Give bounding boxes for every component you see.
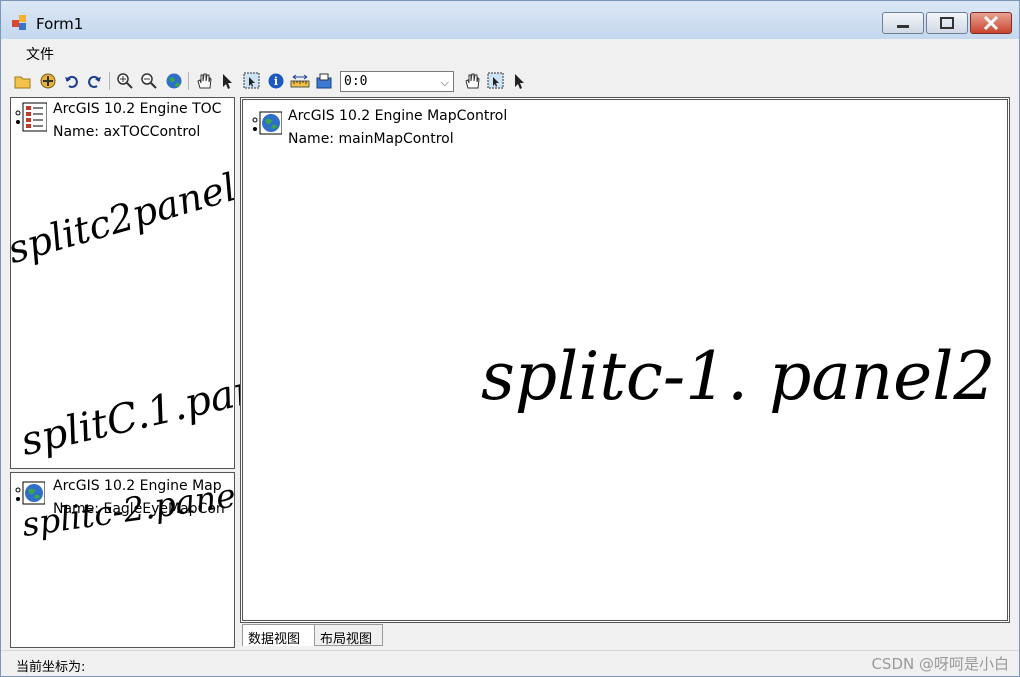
tab-layout-view[interactable]: 布局视图 [314, 624, 383, 647]
undo-icon[interactable] [61, 71, 81, 91]
toolbar-separator [188, 72, 189, 90]
add-data-icon[interactable] [38, 71, 58, 91]
toolbar: i [1, 67, 1019, 95]
zoom-in-icon[interactable] [115, 71, 135, 91]
menu-bar: 文件 [1, 40, 1019, 65]
map-scale-combo[interactable]: 0:0 ⌵ [340, 71, 454, 92]
map-control-title: ArcGIS 10.2 Engine MapControl [288, 108, 508, 124]
toc-control-name: Name: axTOCControl [53, 124, 201, 140]
measure-ruler-icon[interactable] [290, 71, 310, 91]
toc-control-icon [15, 101, 48, 132]
minimize-button[interactable] [882, 12, 924, 34]
close-button[interactable] [970, 12, 1012, 34]
eagle-eye-map-panel[interactable]: ArcGIS 10.2 Engine Map Name: EagleEyeMap… [10, 472, 235, 648]
window-title: Form1 [36, 15, 84, 33]
redo-icon[interactable] [85, 71, 105, 91]
select-arrow-icon[interactable] [510, 71, 530, 91]
tab-data-view[interactable]: 数据视图 [242, 624, 315, 647]
layer-properties-icon[interactable] [314, 71, 334, 91]
main-window: Form1 文件 i 0:0 ⌵ ArcGIS 10.2 Engine TOC … [0, 0, 1020, 677]
map-scale-value: 0:0 [344, 74, 368, 89]
main-map-control-panel[interactable]: ArcGIS 10.2 Engine MapControl Name: main… [240, 97, 1010, 623]
toolbar-separator [109, 72, 110, 90]
coordinate-status-label: 当前坐标为: [16, 660, 86, 675]
annotation-splitc1-panel2: splitc-1. panel2 [481, 338, 996, 415]
identify-info-icon[interactable]: i [266, 71, 286, 91]
menu-file[interactable]: 文件 [26, 44, 54, 64]
select-features-icon[interactable] [486, 71, 506, 91]
title-bar[interactable]: Form1 [1, 1, 1019, 39]
toc-control-title: ArcGIS 10.2 Engine TOC [53, 101, 222, 117]
full-extent-globe-icon[interactable] [164, 71, 184, 91]
zoom-out-icon[interactable] [139, 71, 159, 91]
minimize-icon [897, 25, 909, 28]
open-document-icon[interactable] [13, 71, 33, 91]
maximize-icon [940, 17, 954, 29]
app-icon [12, 15, 28, 31]
watermark-text: CSDN @呀呵是小白 [871, 655, 1009, 673]
map-control-name: Name: mainMapControl [288, 131, 454, 147]
maximize-button[interactable] [926, 12, 968, 34]
map-control-icon [252, 108, 283, 136]
chevron-down-icon: ⌵ [440, 76, 449, 89]
svg-text:i: i [274, 75, 278, 88]
select-arrow-icon[interactable] [218, 71, 238, 91]
select-features-icon[interactable] [242, 71, 262, 91]
close-icon [983, 15, 999, 31]
annotation-splitc2-panel1: splitc2panel1 [10, 158, 235, 272]
status-bar: 当前坐标为: CSDN @呀呵是小白 [1, 650, 1019, 676]
pan-hand-icon[interactable] [462, 71, 482, 91]
pan-hand-icon[interactable] [194, 71, 214, 91]
